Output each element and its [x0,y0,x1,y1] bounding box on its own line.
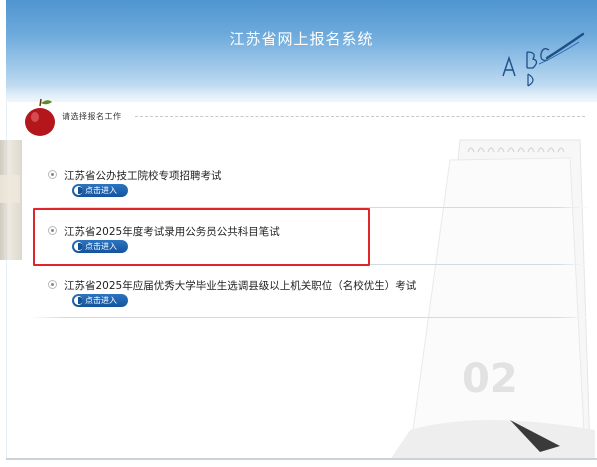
bullet-icon [48,280,57,289]
enter-arrow-icon [74,186,83,195]
footer-line [6,458,597,460]
enter-button-label: 点击进入 [85,296,117,305]
books-decoration-light [0,175,20,203]
section-title: 请选择报名工作 [62,112,122,121]
row-divider [30,317,590,318]
enter-arrow-icon [74,296,83,305]
header-banner: 江苏省网上报名系统 [6,0,597,102]
exam-title[interactable]: 江苏省2025年应届优秀大学毕业生选调县级以上机关职位（名校优生）考试 [64,278,416,293]
enter-button-label: 点击进入 [85,186,117,195]
abc-doodle-icon [502,32,585,87]
calendar-decoration-icon: 02 [390,139,595,460]
section-divider [135,116,585,117]
highlight-box [33,208,370,266]
calendar-number: 02 [462,356,518,402]
apple-icon [25,98,55,136]
enter-button[interactable]: 点击进入 [72,294,128,307]
enter-button[interactable]: 点击进入 [72,184,128,197]
exam-title[interactable]: 江苏省公办技工院校专项招聘考试 [64,168,222,183]
bullet-icon [48,170,57,179]
